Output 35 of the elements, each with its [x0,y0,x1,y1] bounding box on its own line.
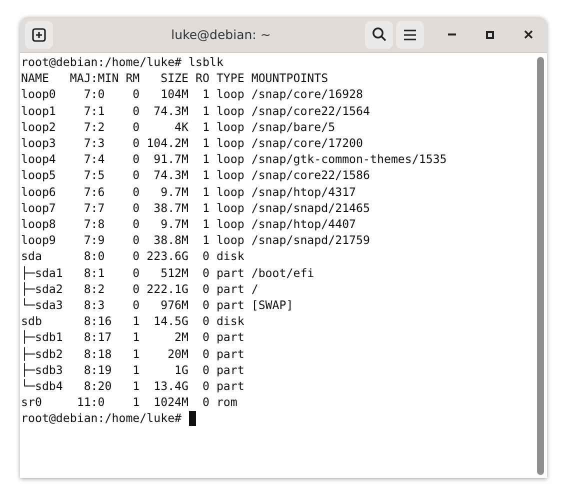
terminal-line: └─sdb4 8:20 1 13.4G 0 part [21,378,244,394]
terminal-line: ├─sdb2 8:18 1 20M 0 part [21,346,244,362]
terminal-line: loop4 7:4 0 91.7M 1 loop /snap/gtk-common-themes/1535 [21,151,447,168]
terminal-line: ├─sdb1 8:17 1 2M 0 part [21,329,244,346]
terminal-line: loop8 7:8 0 9.7M 1 loop /snap/htop/4407 [21,216,356,232]
terminal-line: loop0 7:0 0 104M 1 loop /snap/core/16928 [21,86,364,103]
scrollbar[interactable] [537,57,544,475]
terminal-line: sda 8:0 0 223.6G 0 disk [21,248,244,265]
terminal-line: sr0 11:0 1 1024M 0 rom [21,394,238,410]
terminal-line: ├─sda2 8:2 0 222.1G 0 part / [21,280,258,298]
terminal-line: sdb 8:16 1 14.5G 0 disk [21,313,244,330]
window-title: luke@debian: ~ [170,27,272,42]
terminal-line: loop6 7:6 0 9.7M 1 loop /snap/htop/4317 [21,184,356,200]
menu-icon [403,28,417,40]
cursor [188,411,196,426]
terminal-line: └─sda3 8:3 0 976M 0 part [SWAP] [21,297,294,314]
terminal-line: ├─sdb3 8:19 1 1G 0 part [21,362,244,378]
terminal-line: loop1 7:1 0 74.3M 1 loop /snap/core22/1564 [21,102,370,119]
terminal-line: NAME MAJ:MIN RM SIZE RO TYPE MOUNTPOINTS [21,70,328,86]
close-icon [524,30,532,39]
new-tab-icon [32,28,46,42]
minimize-icon [448,33,456,36]
terminal-line: loop5 7:5 0 74.3M 1 loop /snap/core22/1586 [21,167,370,184]
search-button[interactable] [365,20,393,48]
menu-button[interactable] [396,20,424,48]
terminal-line: ├─sda1 8:1 0 512M 0 part /boot/efi [21,264,314,281]
terminal-line: loop7 7:7 0 38.7M 1 loop /snap/snapd/21465 [21,200,370,216]
maximize-icon [486,30,494,38]
prompt-line: root@debian:/home/luke# [21,410,182,427]
terminal-line: loop3 7:3 0 104.2M 1 loop /snap/core/17200 [21,135,364,152]
terminal-line: loop9 7:9 0 38.8M 1 loop /snap/snapd/21759 [21,232,370,248]
terminal-line: loop2 7:2 0 4K 1 loop /snap/bare/5 [21,118,336,136]
search-icon [372,27,386,42]
prompt-line: root@debian:/home/luke# lsblk [21,54,224,70]
new-tab-button[interactable] [25,20,53,48]
